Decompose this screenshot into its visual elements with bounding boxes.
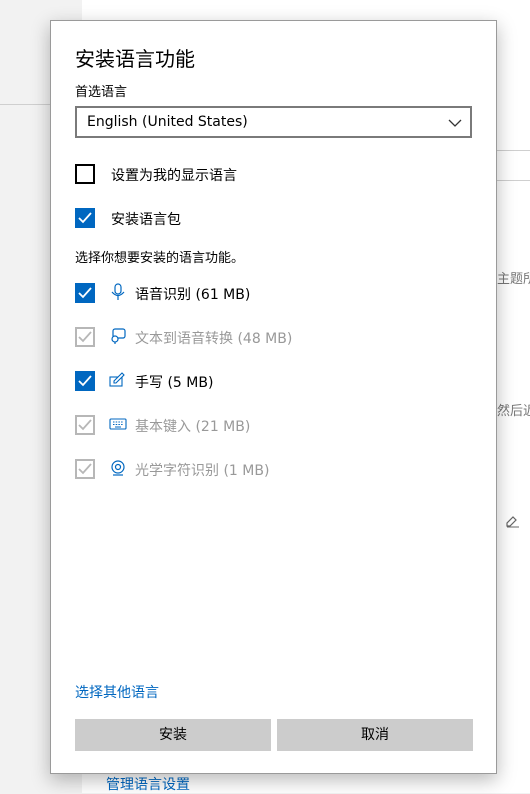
handwriting-checkbox[interactable] (75, 371, 95, 391)
preferred-language-dropdown[interactable]: English (United States) (75, 106, 472, 138)
basic-typing-label: 基本键入 (21 MB) (135, 419, 251, 435)
background-divider-2 (497, 180, 530, 181)
language-pack-label: 安装语言包 (111, 212, 181, 228)
display-language-label: 设置为我的显示语言 (111, 168, 237, 184)
text-to-speech-checkbox (75, 327, 95, 347)
display-language-checkbox[interactable] (75, 164, 95, 184)
manage-language-settings-link[interactable]: 管理语言设置 (106, 774, 190, 794)
background-divider-1 (497, 150, 530, 151)
cancel-button[interactable]: 取消 (277, 719, 473, 751)
chevron-down-icon (448, 115, 462, 134)
basic-typing-checkbox (75, 415, 95, 435)
preferred-language-label: 首选语言 (75, 85, 128, 100)
install-button[interactable]: 安装 (75, 719, 271, 751)
ocr-label: 光学字符识别 (1 MB) (135, 463, 270, 479)
handwriting-label: 手写 (5 MB) (135, 375, 214, 391)
choose-other-language-link[interactable]: 选择其他语言 (75, 682, 159, 702)
background-divider-left (0, 104, 50, 105)
dialog-title: 安装语言功能 (75, 47, 195, 71)
features-heading: 选择你想要安装的语言功能。 (75, 251, 245, 266)
text-to-speech-label: 文本到语音转换 (48 MB) (135, 331, 293, 347)
keyboard-icon (109, 415, 127, 433)
background-text-fragment: 主题所 (497, 272, 530, 287)
background-text-fragment: 然后近 (497, 404, 530, 419)
text-to-speech-icon (109, 327, 127, 345)
language-pack-checkbox[interactable] (75, 208, 95, 228)
ocr-checkbox (75, 459, 95, 479)
install-language-features-dialog: 安装语言功能 首选语言 English (United States) 设置为我… (50, 20, 497, 774)
ocr-icon (109, 459, 127, 477)
handwriting-icon (109, 371, 127, 389)
speech-recognition-checkbox[interactable] (75, 283, 95, 303)
speech-recognition-label: 语音识别 (61 MB) (135, 287, 251, 303)
microphone-icon (109, 283, 127, 301)
selected-language-value: English (United States) (87, 114, 248, 130)
pen-icon (506, 513, 520, 532)
